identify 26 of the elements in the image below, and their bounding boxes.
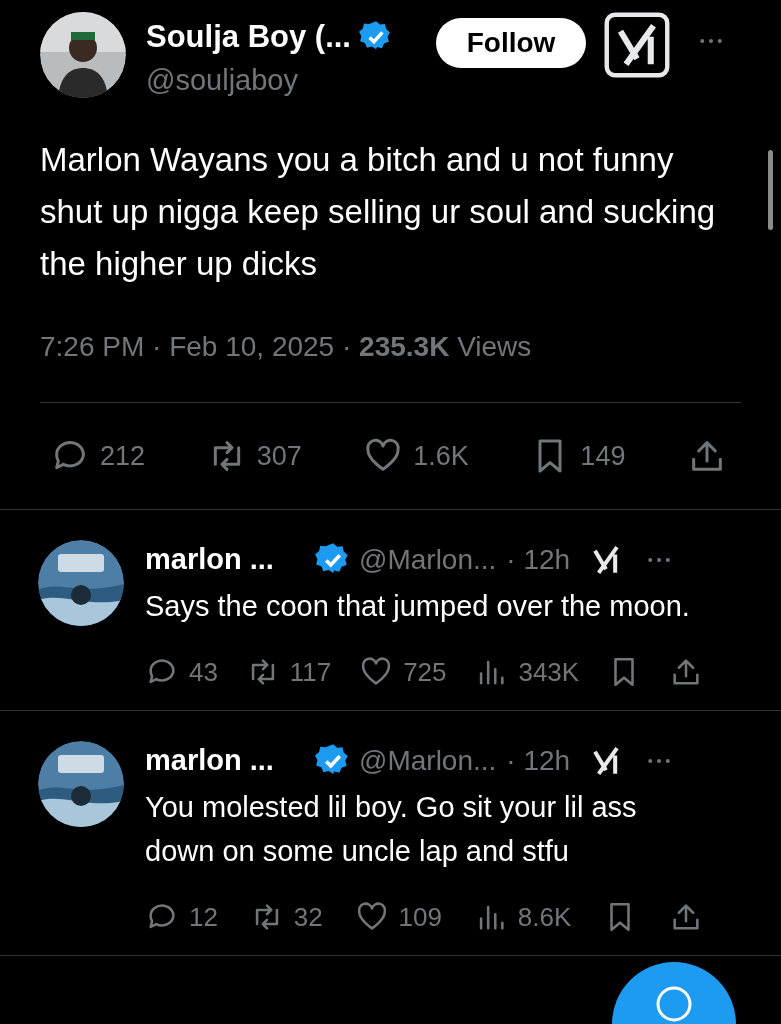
count-label: 8.6K <box>517 900 572 934</box>
count-label: 109 <box>398 900 442 934</box>
author-name: Soulja Boy (... <box>146 17 351 56</box>
count-label: 307 <box>256 439 302 473</box>
author-handle: @Marlon... <box>359 543 497 577</box>
post-time: · 12h <box>506 543 571 577</box>
author-name: marlon ... <box>145 743 275 779</box>
count-label: 12 <box>189 900 218 934</box>
reply-text: Says the coon that jumped over the moon. <box>145 589 691 624</box>
reply-text: You molested lil boy. Go sit your lil ass down on some uncle lap and stfu <box>145 790 638 869</box>
follow-button[interactable]: Follow <box>436 18 586 68</box>
author-name: marlon ... <box>145 542 275 578</box>
tweet-text: Marlon Wayans you a bitch and u not funny shut up nigga keep selling ur soul and sucking the higher up dicks <box>40 140 717 284</box>
count-label: 117 <box>289 655 332 689</box>
count-label: 43 <box>189 655 218 689</box>
scrollbar[interactable] <box>768 150 773 230</box>
count-label: 343K <box>518 655 580 689</box>
tweet-timestamp: 7:26 PM · Feb 10, 2025 · 235.3K Views <box>40 330 533 364</box>
post-time: · 12h <box>506 744 571 778</box>
count-label: 725 <box>403 655 447 689</box>
author-handle: @souljaboy <box>146 63 299 98</box>
count-label: 212 <box>100 439 146 473</box>
count-label: 1.6K <box>413 439 469 473</box>
count-label: 32 <box>293 900 323 934</box>
author-handle: @Marlon... <box>359 744 497 778</box>
count-label: 149 <box>580 439 626 473</box>
